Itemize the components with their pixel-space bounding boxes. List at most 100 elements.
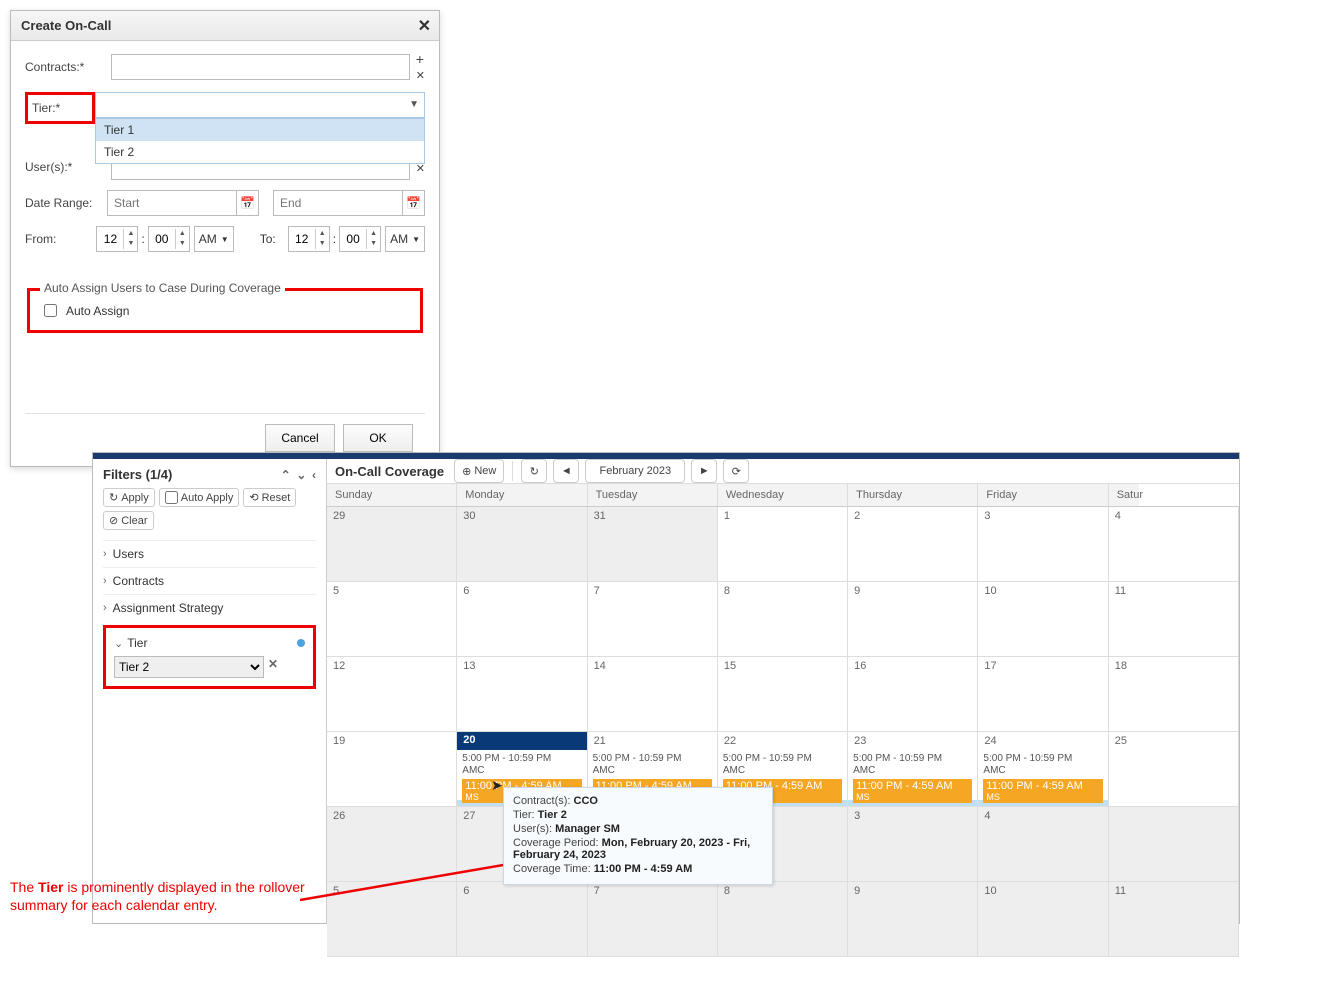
plus-icon[interactable]: +: [416, 51, 425, 67]
filter-group-users[interactable]: ›Users: [103, 547, 316, 561]
event-slot[interactable]: 5:00 PM - 10:59 PMAMC: [593, 753, 712, 777]
from-min-stepper[interactable]: ▲▼: [148, 226, 190, 252]
expand-all-icon[interactable]: ⌄: [296, 468, 306, 482]
tier-select[interactable]: [95, 92, 425, 118]
start-date-input[interactable]: [107, 190, 237, 216]
calendar-cell[interactable]: 9: [848, 582, 978, 657]
date-number: 23: [854, 735, 866, 747]
calendar-cell[interactable]: 23 5:00 PM - 10:59 PMAMC11:00 PM - 4:59 A…: [848, 732, 978, 807]
tier-option-1[interactable]: Tier 1: [96, 119, 424, 141]
calendar-cell[interactable]: 25: [1109, 732, 1239, 807]
calendar-cell[interactable]: 10: [978, 882, 1108, 957]
auto-apply-toggle[interactable]: Auto Apply: [159, 488, 240, 507]
event-slot-tier2[interactable]: 11:00 PM - 4:59 AMMS: [853, 779, 972, 803]
calendar-icon[interactable]: 📅: [403, 190, 425, 216]
month-display[interactable]: February 2023: [585, 459, 685, 483]
to-ampm-select[interactable]: AM▼: [385, 226, 425, 252]
contracts-input[interactable]: [111, 54, 410, 80]
event-slot-tier2[interactable]: 11:00 PM - 4:59 AMMS: [983, 779, 1102, 803]
calendar-cell[interactable]: 16: [848, 657, 978, 732]
event-slot[interactable]: 5:00 PM - 10:59 PMAMC: [983, 753, 1102, 777]
date-number: 24: [984, 735, 996, 747]
clear-contracts-icon[interactable]: ✕: [416, 69, 425, 82]
calendar-cell[interactable]: 11: [1109, 882, 1239, 957]
auto-assign-checkbox-label[interactable]: Auto Assign: [40, 301, 410, 320]
from-hour-stepper[interactable]: ▲▼: [96, 226, 138, 252]
calendar-cell[interactable]: 4: [978, 807, 1108, 882]
to-hour-stepper[interactable]: ▲▼: [288, 226, 330, 252]
chevron-down-icon[interactable]: ▼: [409, 99, 419, 110]
ok-button[interactable]: OK: [343, 424, 413, 452]
today-button[interactable]: ⟳: [723, 459, 749, 483]
reset-filters-button[interactable]: ⟲Reset: [243, 488, 296, 507]
auto-assign-checkbox[interactable]: [44, 304, 57, 317]
tier-option-2[interactable]: Tier 2: [96, 141, 424, 163]
calendar-cell[interactable]: 6: [457, 582, 587, 657]
calendar-cell[interactable]: 14: [588, 657, 718, 732]
date-number: 8: [724, 585, 730, 597]
clear-users-icon[interactable]: ✕: [416, 163, 425, 175]
calendar-cell[interactable]: 24 5:00 PM - 10:59 PMAMC11:00 PM - 4:59 A…: [978, 732, 1108, 807]
calendar-cell[interactable]: 8: [718, 582, 848, 657]
date-number: 16: [854, 660, 866, 672]
calendar-cell[interactable]: 17: [978, 657, 1108, 732]
apply-filters-button[interactable]: ↻Apply: [103, 488, 155, 507]
filters-title: Filters (1/4): [103, 467, 172, 482]
event-slot[interactable]: 5:00 PM - 10:59 PMAMC: [853, 753, 972, 777]
filter-group-contracts[interactable]: ›Contracts: [103, 574, 316, 588]
hide-sidebar-icon[interactable]: ‹: [312, 468, 316, 482]
calendar-cell[interactable]: 11: [1109, 582, 1239, 657]
calendar-cell[interactable]: 8: [718, 882, 848, 957]
calendar-cell[interactable]: 7: [588, 882, 718, 957]
calendar-cell[interactable]: 4: [1109, 507, 1239, 582]
calendar-cell[interactable]: 10: [978, 582, 1108, 657]
calendar-cell[interactable]: 18: [1109, 657, 1239, 732]
calendar-cell[interactable]: 30: [457, 507, 587, 582]
calendar-cell[interactable]: 19: [327, 732, 457, 807]
calendar-cell[interactable]: 29: [327, 507, 457, 582]
calendar-cell[interactable]: 31: [588, 507, 718, 582]
dialog-title: Create On-Call: [21, 18, 111, 33]
calendar-cell[interactable]: 3: [978, 507, 1108, 582]
date-number: 9: [854, 585, 860, 597]
date-number: 22: [724, 735, 736, 747]
prev-month-button[interactable]: ◄: [553, 459, 579, 483]
close-icon[interactable]: ✕: [418, 16, 431, 36]
end-date-input[interactable]: [273, 190, 403, 216]
from-ampm-select[interactable]: AM▼: [194, 226, 234, 252]
next-month-button[interactable]: ►: [691, 459, 717, 483]
date-number: 10: [984, 585, 996, 597]
chevron-right-icon: ›: [103, 548, 107, 560]
calendar-cell[interactable]: 9: [848, 882, 978, 957]
calendar-cell[interactable]: 7: [588, 582, 718, 657]
to-label: To:: [260, 232, 276, 246]
calendar-icon[interactable]: 📅: [237, 190, 259, 216]
cancel-button[interactable]: Cancel: [265, 424, 335, 452]
event-slot[interactable]: 5:00 PM - 10:59 PMAMC: [462, 753, 581, 777]
today-date-number: 20: [457, 732, 586, 750]
calendar-cell[interactable]: 3: [848, 807, 978, 882]
clear-filters-button[interactable]: ⊘Clear: [103, 511, 154, 530]
calendar-cell[interactable]: 13: [457, 657, 587, 732]
collapse-all-icon[interactable]: ⌃: [281, 468, 291, 482]
date-number: 10: [984, 885, 996, 897]
refresh-button[interactable]: ↻: [521, 459, 547, 483]
event-slot[interactable]: 5:00 PM - 10:59 PMAMC: [723, 753, 842, 777]
tier-filter-select[interactable]: Tier 2: [114, 656, 264, 678]
calendar-cell[interactable]: 15: [718, 657, 848, 732]
date-number: 3: [854, 810, 860, 822]
date-number: 14: [594, 660, 606, 672]
date-number: 9: [854, 885, 860, 897]
calendar-cell[interactable]: [1109, 807, 1239, 882]
chevron-down-icon: ⌄: [114, 637, 123, 650]
date-number: 30: [463, 510, 475, 522]
filter-group-strategy[interactable]: ›Assignment Strategy: [103, 601, 316, 615]
calendar-cell[interactable]: 5: [327, 582, 457, 657]
calendar-cell[interactable]: 12: [327, 657, 457, 732]
event-tooltip: Contract(s): CCO Tier: Tier 2 User(s): M…: [503, 787, 773, 885]
calendar-cell[interactable]: 2: [848, 507, 978, 582]
calendar-cell[interactable]: 1: [718, 507, 848, 582]
to-min-stepper[interactable]: ▲▼: [339, 226, 381, 252]
clear-tier-filter-icon[interactable]: ✕: [268, 657, 278, 671]
new-button[interactable]: ⊕New: [454, 459, 504, 483]
